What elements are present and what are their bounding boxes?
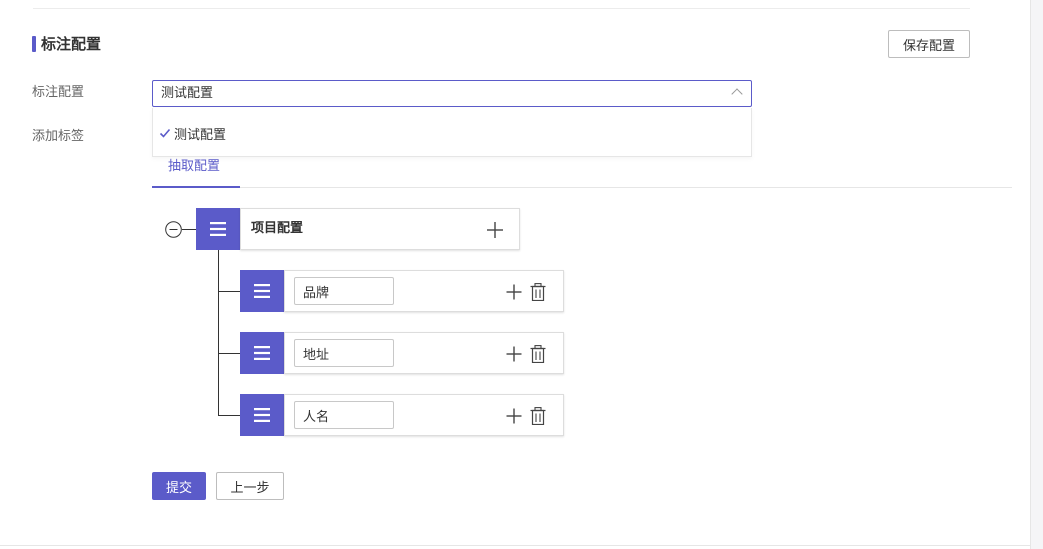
tree-child-node <box>240 270 564 312</box>
drag-handle[interactable] <box>240 394 284 436</box>
trash-icon[interactable] <box>530 345 546 363</box>
plus-icon[interactable] <box>506 284 522 300</box>
trash-icon[interactable] <box>530 407 546 425</box>
previous-step-button[interactable]: 上一步 <box>216 472 284 500</box>
hamburger-menu-icon <box>254 346 270 360</box>
root-node-body: 项目配置 <box>240 208 520 250</box>
drag-handle[interactable] <box>240 332 284 374</box>
annotation-config-page: 标注配置 保存配置 标注配置 添加标签 测试配置 测试配置 抽取配置 项目配置 … <box>0 0 1043 549</box>
plus-icon[interactable] <box>506 346 522 362</box>
tree-root-node: 项目配置 <box>196 208 520 250</box>
root-node-title: 项目配置 <box>251 221 304 236</box>
hamburger-menu-icon <box>254 408 270 422</box>
tag-name-input[interactable] <box>294 401 394 429</box>
trash-icon[interactable] <box>530 283 546 301</box>
tag-name-input[interactable] <box>294 277 394 305</box>
child-node-body <box>284 394 564 436</box>
plus-icon[interactable] <box>506 408 522 424</box>
drag-handle[interactable] <box>240 270 284 312</box>
hamburger-menu-icon <box>254 284 270 298</box>
tree-child-node <box>240 332 564 374</box>
submit-button[interactable]: 提交 <box>152 472 206 500</box>
minus-circle-icon[interactable] <box>165 221 182 238</box>
child-node-body <box>284 270 564 312</box>
plus-icon[interactable] <box>486 221 504 239</box>
drag-handle[interactable] <box>196 208 240 250</box>
hamburger-menu-icon <box>210 222 226 236</box>
child-node-body <box>284 332 564 374</box>
tree-child-node <box>240 394 564 436</box>
tag-name-input[interactable] <box>294 339 394 367</box>
